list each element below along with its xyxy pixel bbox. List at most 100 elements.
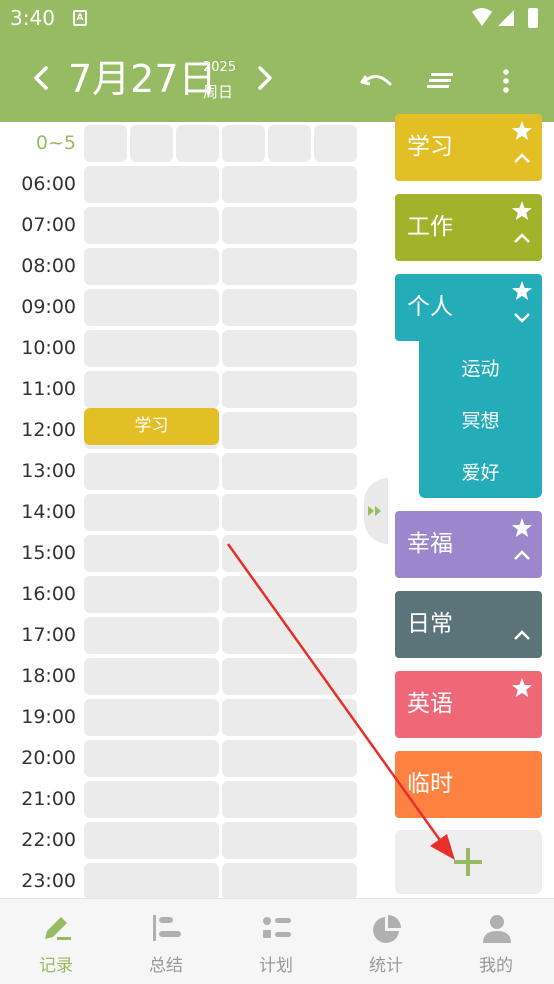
time-cell[interactable] <box>314 125 357 162</box>
undo-icon[interactable] <box>358 64 396 98</box>
star-icon[interactable] <box>511 280 533 302</box>
time-cell[interactable] <box>222 740 357 777</box>
hour-label: 12:00 <box>21 419 76 441</box>
sim-icon: A <box>73 10 87 26</box>
chevron-up-icon[interactable] <box>513 629 531 641</box>
collapse-panel-handle[interactable] <box>364 478 388 544</box>
category-personal[interactable]: 个人 <box>395 274 542 341</box>
time-cell[interactable] <box>222 330 357 367</box>
chevron-up-icon[interactable] <box>513 549 531 561</box>
system-status-icons <box>472 8 538 28</box>
time-cell[interactable] <box>222 822 357 859</box>
plus-icon[interactable] <box>452 846 484 878</box>
nav-statistics[interactable]: 统计 <box>331 899 441 984</box>
pie-chart-icon <box>373 915 401 943</box>
time-cell[interactable] <box>222 207 357 244</box>
time-cell[interactable] <box>222 658 357 695</box>
hour-label: 15:00 <box>21 542 76 564</box>
subcategory-item-hobby[interactable]: 爱好 <box>419 458 542 488</box>
sort-lines-icon[interactable] <box>424 64 460 98</box>
time-cell[interactable] <box>84 699 219 736</box>
chevron-up-icon[interactable] <box>513 232 531 244</box>
hour-label: 11:00 <box>21 378 76 400</box>
time-cell[interactable] <box>222 617 357 654</box>
time-cell[interactable] <box>130 125 173 162</box>
current-year: 2025 <box>203 60 237 75</box>
chevron-up-icon[interactable] <box>513 152 531 164</box>
time-cell[interactable] <box>84 781 219 818</box>
bottom-navigation: 记录 总结 计划 统计 我的 <box>0 898 554 984</box>
nav-summary[interactable]: 总结 <box>111 899 221 984</box>
hour-label: 06:00 <box>21 173 76 195</box>
more-options-icon[interactable] <box>494 64 518 98</box>
time-cell[interactable] <box>222 781 357 818</box>
time-cell[interactable] <box>84 371 219 408</box>
time-cell[interactable] <box>176 125 219 162</box>
next-day-icon[interactable] <box>252 60 276 96</box>
subcategory-item-meditation[interactable]: 冥想 <box>419 406 542 436</box>
previous-day-icon[interactable] <box>30 60 54 96</box>
category-label: 幸福 <box>407 531 453 557</box>
time-cell[interactable] <box>222 125 265 162</box>
current-weekday: 周日 <box>203 83 234 101</box>
time-cell[interactable] <box>84 822 219 859</box>
time-cell[interactable] <box>222 494 357 531</box>
category-temporary[interactable]: 临时 <box>395 751 542 818</box>
event-block[interactable]: 学习 <box>84 408 219 445</box>
time-cell[interactable] <box>84 330 219 367</box>
hour-label: 20:00 <box>21 747 76 769</box>
star-icon[interactable] <box>511 200 533 222</box>
time-cell[interactable] <box>84 453 219 490</box>
nav-mine-label: 我的 <box>479 956 513 976</box>
time-cell[interactable] <box>222 535 357 572</box>
time-cell[interactable] <box>222 453 357 490</box>
time-cell[interactable] <box>84 535 219 572</box>
time-cell[interactable] <box>268 125 311 162</box>
time-cell[interactable] <box>84 248 219 285</box>
toolbar: 7月27日 2025 周日 <box>0 38 554 122</box>
subcategory-item-exercise[interactable]: 运动 <box>419 354 542 384</box>
plan-list-icon <box>263 917 291 938</box>
hour-label: 09:00 <box>21 296 76 318</box>
hour-label: 19:00 <box>21 706 76 728</box>
nav-record[interactable]: 记录 <box>1 899 111 984</box>
chevron-down-icon[interactable] <box>513 312 531 324</box>
category-daily[interactable]: 日常 <box>395 591 542 658</box>
star-icon[interactable] <box>511 677 533 699</box>
hour-label: 18:00 <box>21 665 76 687</box>
time-cell[interactable] <box>84 207 219 244</box>
time-cell[interactable] <box>222 412 357 449</box>
category-label: 个人 <box>407 294 453 320</box>
time-cell[interactable] <box>84 289 219 326</box>
category-happiness[interactable]: 幸福 <box>395 511 542 578</box>
time-cell[interactable] <box>222 371 357 408</box>
person-icon <box>483 915 511 943</box>
nav-mine[interactable]: 我的 <box>441 899 551 984</box>
hour-label: 21:00 <box>21 788 76 810</box>
time-cell[interactable] <box>222 863 357 900</box>
time-cell[interactable] <box>222 166 357 203</box>
time-cell[interactable] <box>222 576 357 613</box>
category-english[interactable]: 英语 <box>395 671 542 738</box>
star-icon[interactable] <box>511 120 533 142</box>
category-work[interactable]: 工作 <box>395 194 542 261</box>
time-cell[interactable] <box>84 863 219 900</box>
current-date[interactable]: 7月27日 <box>68 56 217 102</box>
category-study[interactable]: 学习 <box>395 114 542 181</box>
hour-label: 22:00 <box>21 829 76 851</box>
summary-list-icon <box>153 915 181 941</box>
star-icon[interactable] <box>511 517 533 539</box>
time-cell[interactable] <box>222 699 357 736</box>
time-cell[interactable] <box>222 248 357 285</box>
nav-statistics-label: 统计 <box>369 956 403 976</box>
time-cell[interactable] <box>222 289 357 326</box>
time-cell[interactable] <box>84 658 219 695</box>
time-cell[interactable] <box>84 617 219 654</box>
hour-label: 0~5 <box>35 132 76 154</box>
time-cell[interactable] <box>84 576 219 613</box>
time-cell[interactable] <box>84 125 127 162</box>
nav-plan[interactable]: 计划 <box>221 899 331 984</box>
time-cell[interactable] <box>84 494 219 531</box>
time-cell[interactable] <box>84 740 219 777</box>
time-cell[interactable] <box>84 166 219 203</box>
